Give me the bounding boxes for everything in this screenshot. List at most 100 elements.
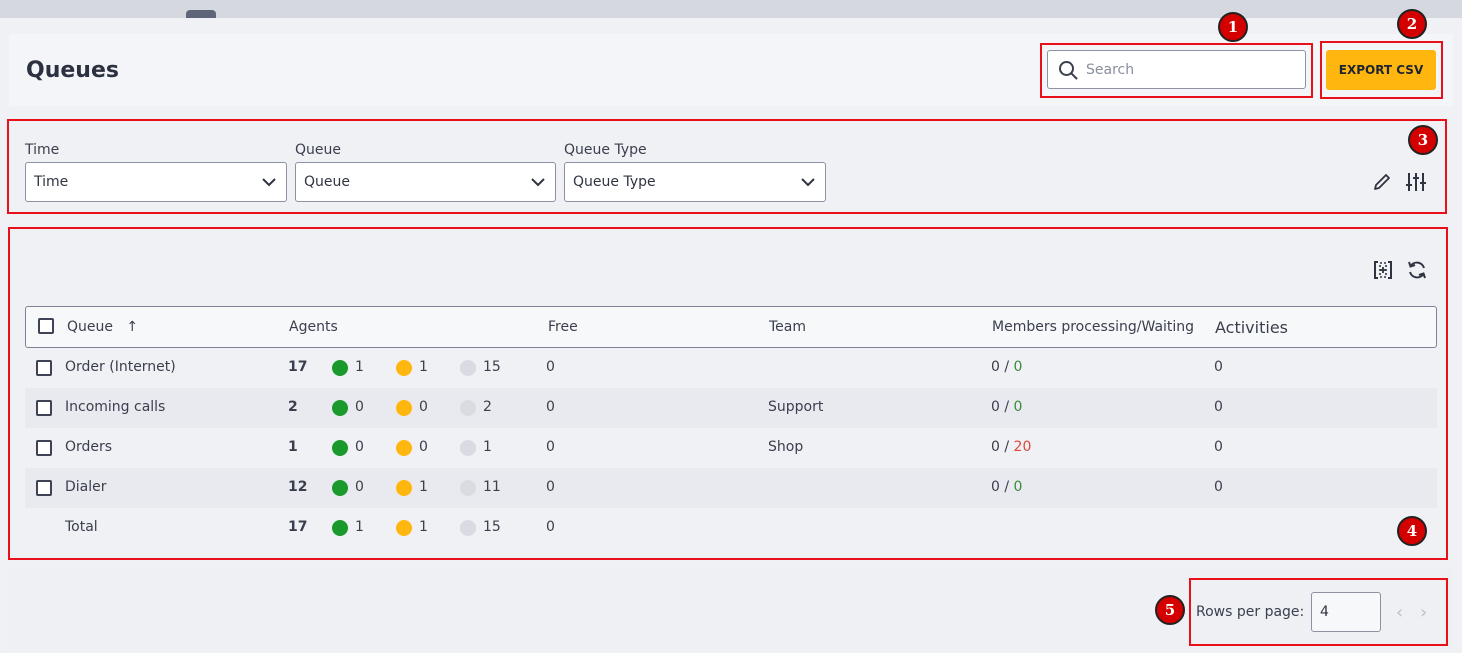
- column-settings-icon[interactable]: [1372, 259, 1394, 281]
- row-checkbox[interactable]: [36, 400, 52, 416]
- members-separator: /: [1004, 399, 1010, 415]
- filter-bar: Time Time Queue Queue Queue Type Queue T…: [9, 121, 1445, 212]
- processing-count: 0: [991, 359, 1000, 375]
- select-all-checkbox[interactable]: [38, 318, 54, 334]
- chevron-down-icon: [801, 177, 815, 186]
- pencil-icon[interactable]: [1371, 171, 1393, 193]
- members-separator: /: [1004, 479, 1010, 495]
- agents-offline-count: 15: [483, 359, 501, 375]
- queue-name: Order (Internet): [65, 359, 176, 375]
- row-checkbox[interactable]: [36, 440, 52, 456]
- table-row[interactable]: Incoming calls 2 0 0 2 0 Support 0 / 0 0: [25, 388, 1437, 428]
- column-header-team[interactable]: Team: [769, 319, 806, 335]
- search-box[interactable]: [1047, 50, 1306, 89]
- table-row[interactable]: Orders 1 0 0 1 0 Shop 0 / 20 0: [25, 428, 1437, 468]
- agents-offline-dot: [460, 400, 476, 416]
- search-input[interactable]: [1086, 61, 1286, 78]
- filter-time: Time Time: [25, 141, 287, 202]
- members-cell: 0 / 20: [991, 439, 1031, 455]
- queue-select[interactable]: Queue: [295, 162, 556, 202]
- waiting-count: 0: [1013, 359, 1023, 375]
- processing-count: 0: [991, 399, 1000, 415]
- activities-count: 0: [1214, 479, 1223, 495]
- agents-available-count: 0: [355, 399, 364, 415]
- rows-per-page-label: Rows per page:: [1196, 604, 1305, 620]
- column-header-queue[interactable]: Queue ↑: [67, 319, 138, 335]
- rows-per-page-input[interactable]: 4: [1311, 592, 1381, 632]
- agents-busy-count: 1: [419, 479, 428, 495]
- column-header-members[interactable]: Members processing/Waiting: [992, 319, 1194, 335]
- free-count: 0: [546, 359, 555, 375]
- top-bar-tab[interactable]: [186, 10, 216, 18]
- agents-busy-count: 1: [419, 359, 428, 375]
- agents-available-dot: [332, 400, 348, 416]
- sliders-icon[interactable]: [1405, 171, 1427, 193]
- annotation-badge: 5: [1155, 595, 1185, 625]
- agents-offline-dot: [460, 480, 476, 496]
- filter-value: Queue: [304, 174, 350, 190]
- annotation-badge: 1: [1218, 12, 1248, 42]
- agents-total: 12: [288, 479, 308, 495]
- agents-available-count: 1: [355, 359, 364, 375]
- agents-busy-dot: [396, 440, 412, 456]
- export-csv-button[interactable]: EXPORT CSV: [1326, 50, 1436, 90]
- chevron-down-icon: [262, 177, 276, 186]
- processing-count: 0: [991, 439, 1000, 455]
- processing-count: 0: [991, 479, 1000, 495]
- chevron-left-icon[interactable]: ‹: [1396, 602, 1403, 623]
- members-separator: /: [1004, 439, 1010, 455]
- column-header-free[interactable]: Free: [548, 319, 578, 335]
- filter-value: Time: [34, 174, 69, 190]
- agents-available-dot: [332, 480, 348, 496]
- column-header-agents[interactable]: Agents: [289, 319, 338, 335]
- refresh-icon[interactable]: [1406, 259, 1428, 281]
- free-count: 0: [546, 479, 555, 495]
- queue-type-select[interactable]: Queue Type: [564, 162, 826, 202]
- agents-busy-dot: [396, 360, 412, 376]
- members-cell: 0 / 0: [991, 399, 1022, 415]
- agents-busy-count: 0: [419, 399, 428, 415]
- table-row[interactable]: Dialer 12 0 1 11 0 0 / 0 0: [25, 468, 1437, 508]
- column-header-activities[interactable]: Activities: [1215, 318, 1288, 337]
- queue-name: Orders: [65, 439, 113, 455]
- agents-offline-count: 1: [483, 439, 492, 455]
- members-cell: 0 / 0: [991, 479, 1022, 495]
- table-row[interactable]: Order (Internet) 17 1 1 15 0 0 / 0 0: [25, 348, 1437, 388]
- table-tools: [1372, 259, 1428, 281]
- filter-queue-type: Queue Type Queue Type: [564, 141, 826, 202]
- chevron-right-icon[interactable]: ›: [1420, 602, 1427, 623]
- activities-count: 0: [1214, 359, 1223, 375]
- agents-available-count: 1: [355, 519, 364, 535]
- agents-total: 17: [288, 359, 308, 375]
- sort-ascending-icon: ↑: [126, 319, 139, 335]
- table-header: Queue ↑ Agents Free Team Members process…: [25, 306, 1437, 348]
- members-cell: 0 / 0: [991, 359, 1022, 375]
- row-checkbox[interactable]: [36, 480, 52, 496]
- filter-value: Queue Type: [573, 174, 656, 190]
- row-checkbox[interactable]: [36, 360, 52, 376]
- agents-available-dot: [332, 440, 348, 456]
- waiting-count: 0: [1013, 479, 1023, 495]
- team-name: Support: [768, 399, 824, 415]
- members-separator: /: [1004, 359, 1010, 375]
- agents-offline-count: 11: [483, 479, 501, 495]
- agents-available-dot: [332, 520, 348, 536]
- table-footer: Rows per page: 4 ‹ ›: [9, 566, 1453, 650]
- filter-queue: Queue Queue: [295, 141, 556, 202]
- search-icon: [1059, 60, 1078, 79]
- queue-name: Incoming calls: [65, 399, 166, 415]
- agents-offline-dot: [460, 360, 476, 376]
- annotation-badge: 2: [1397, 9, 1427, 39]
- time-select[interactable]: Time: [25, 162, 287, 202]
- agents-available-dot: [332, 360, 348, 376]
- agents-offline-count: 15: [483, 519, 501, 535]
- total-label: Total: [65, 519, 98, 535]
- table-total-row: Total 17 1 1 15 0: [25, 508, 1437, 548]
- queue-name: Dialer: [65, 479, 107, 495]
- annotation-badge: 3: [1408, 125, 1438, 155]
- free-count: 0: [546, 399, 555, 415]
- activities-count: 0: [1214, 399, 1223, 415]
- column-header-label: Queue: [67, 319, 113, 335]
- agents-available-count: 0: [355, 479, 364, 495]
- page-title: Queues: [26, 58, 119, 83]
